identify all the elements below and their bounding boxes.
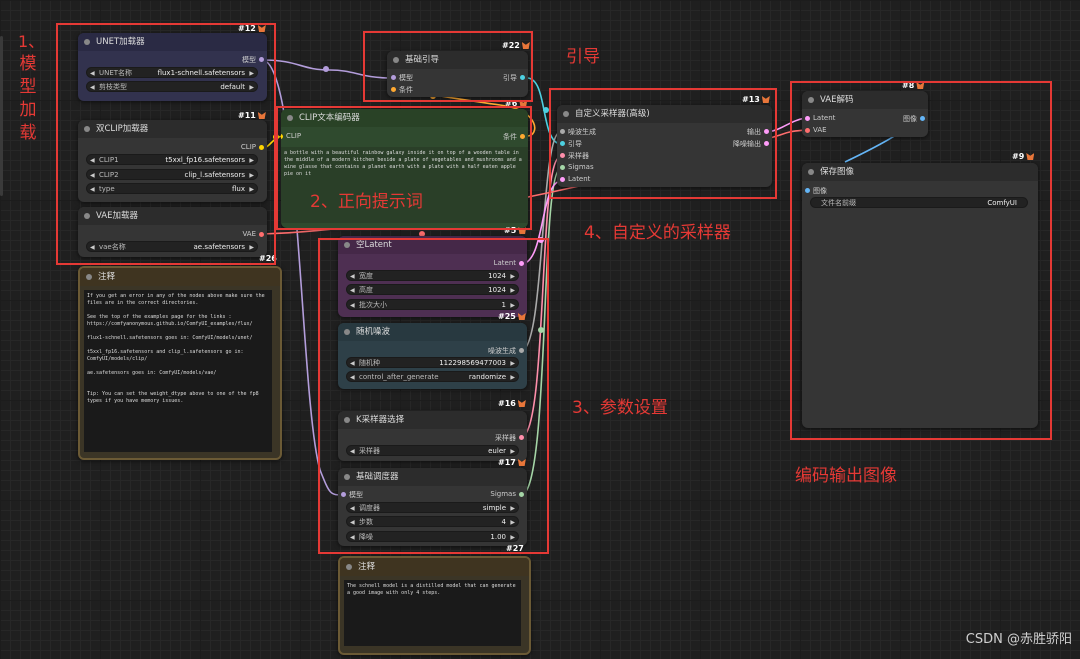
note-textarea[interactable]: If you get an error in any of the nodes … [84,290,272,452]
node-title[interactable]: 注释 [80,268,280,286]
note-textarea[interactable]: The schnell model is a distilled model t… [344,580,521,646]
annotation-prompt: 2、正向提示词 [310,192,423,212]
annotation-box-model-loading [56,23,276,265]
node-title[interactable]: 注释 [340,558,529,576]
annotation-box-guide [363,31,533,102]
annotation-model-loading: 1、 模 型 加 载 [18,32,45,143]
annotation-sampler: 4、自定义的采样器 [584,223,731,243]
watermark: CSDN @赤胜骄阳 [965,632,1072,647]
annotation-box-params [318,238,549,554]
annotation-params: 3、参数设置 [572,398,668,418]
annotation-box-output [790,81,1052,440]
note-node[interactable]: 注释 If you get an error in any of the nod… [78,266,282,460]
annotation-guide: 引导 [566,47,600,67]
annotation-box-sampler [549,88,777,199]
note-node-2[interactable]: 注释 The schnell model is a distilled mode… [338,556,531,655]
annotation-output: 编码输出图像 [795,466,897,486]
